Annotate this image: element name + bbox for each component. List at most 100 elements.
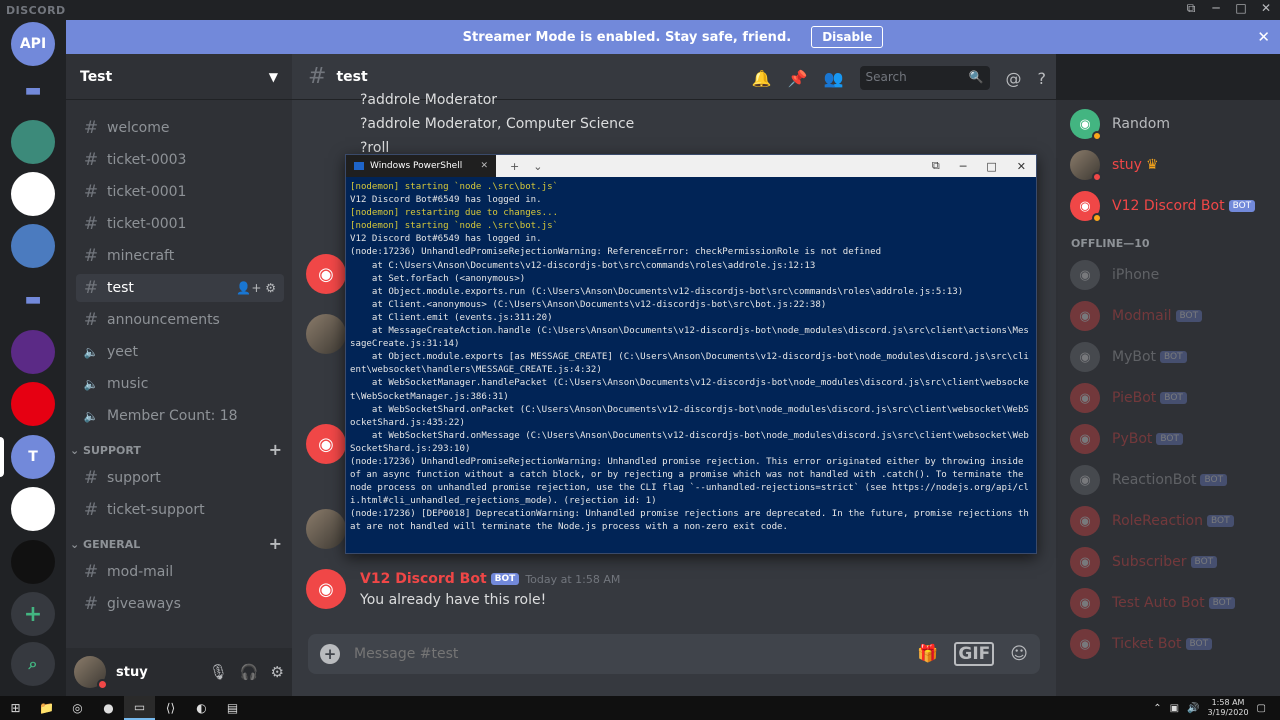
server-icon[interactable] xyxy=(11,382,55,426)
member-item[interactable]: ◉ MyBot BOT xyxy=(1070,339,1270,375)
message-input[interactable] xyxy=(354,646,902,662)
speaker-icon: 🔈 xyxy=(83,409,99,423)
upload-icon[interactable]: + xyxy=(320,644,340,664)
file-explorer-icon[interactable]: 📁 xyxy=(31,696,62,720)
chevron-down-icon[interactable]: ▼ xyxy=(269,70,278,84)
terminal-output[interactable]: [nodemon] starting `node .\src\bot.js` V1… xyxy=(346,177,1036,539)
github-icon[interactable]: ◐ xyxy=(186,696,217,720)
close-tab-icon[interactable]: ✕ xyxy=(480,161,488,171)
channel-item[interactable]: 🔈 music xyxy=(76,370,284,398)
pin-icon[interactable]: 📌 xyxy=(788,69,808,88)
avatar[interactable] xyxy=(306,314,346,354)
member-item[interactable]: ◉ ReactionBot BOT xyxy=(1070,462,1270,498)
close-banner-icon[interactable]: ✕ xyxy=(1257,28,1270,46)
bell-icon[interactable]: 🔔 xyxy=(752,69,772,88)
member-item[interactable]: ◉ Ticket Bot BOT xyxy=(1070,626,1270,662)
headphones-icon[interactable]: 🎧 xyxy=(240,663,259,681)
channel-item[interactable]: # ticket-0001 xyxy=(76,178,284,206)
member-item[interactable]: ◉ PyBot BOT xyxy=(1070,421,1270,457)
add-server-icon[interactable]: + xyxy=(11,592,55,636)
channel-item[interactable]: # support xyxy=(76,464,284,492)
server-header[interactable]: Test ▼ xyxy=(66,54,292,100)
mention-icon[interactable]: @ xyxy=(1006,69,1022,88)
notification-icon[interactable]: ▢ xyxy=(1257,703,1266,714)
gift-icon[interactable]: 🎁 xyxy=(917,644,938,664)
new-tab-icon[interactable]: + xyxy=(510,160,519,173)
channel-item[interactable]: # announcements xyxy=(76,306,284,334)
channel-item[interactable]: # ticket-0001 xyxy=(76,210,284,238)
server-icon[interactable] xyxy=(11,330,55,374)
powershell-tab[interactable]: Windows PowerShell ✕ xyxy=(346,155,496,177)
server-icon[interactable]: T xyxy=(11,435,55,479)
members-icon[interactable]: 👥 xyxy=(824,69,844,88)
network-icon[interactable]: ▣ xyxy=(1170,703,1179,714)
channel-item[interactable]: 🔈 yeet xyxy=(76,338,284,366)
avatar[interactable] xyxy=(74,656,108,690)
emoji-icon[interactable]: ☺ xyxy=(1010,644,1028,664)
channel-item[interactable]: # giveaways xyxy=(76,590,284,618)
add-channel-icon[interactable]: + xyxy=(269,534,282,553)
folder-icon[interactable]: ▬ xyxy=(11,68,55,112)
microphone-icon[interactable]: 🎙 xyxy=(209,663,228,681)
channel-item[interactable]: # mod-mail xyxy=(76,558,284,586)
add-channel-icon[interactable]: + xyxy=(269,440,282,459)
server-icon[interactable]: API xyxy=(11,22,55,66)
bot-avatar[interactable]: ◉ xyxy=(306,569,346,609)
category-support[interactable]: ⌄ SUPPORT + xyxy=(70,440,282,459)
channel-item[interactable]: # welcome xyxy=(76,114,284,142)
volume-icon[interactable]: 🔊 xyxy=(1187,703,1199,714)
folder-icon[interactable]: ▬ xyxy=(11,277,55,321)
powershell-window[interactable]: Windows PowerShell ✕ + ⌄ ⧉ ─ □ ✕ [nodemo… xyxy=(345,154,1037,554)
bot-avatar[interactable]: ◉ xyxy=(306,424,346,464)
terminal-icon[interactable]: ▭ xyxy=(124,696,155,720)
overlay-icon[interactable]: ⧉ xyxy=(1180,1,1202,16)
bot-avatar[interactable]: ◉ xyxy=(306,254,346,294)
member-item[interactable]: ◉ Random xyxy=(1070,106,1270,142)
member-item[interactable]: ◉ Modmail BOT xyxy=(1070,298,1270,334)
powershell-titlebar[interactable]: Windows PowerShell ✕ + ⌄ ⧉ ─ □ ✕ xyxy=(346,155,1036,177)
channel-item[interactable]: # ticket-support xyxy=(76,496,284,524)
member-item[interactable]: ◉ V12 Discord Bot BOT xyxy=(1070,188,1270,224)
close-button[interactable]: ✕ xyxy=(1017,160,1026,173)
recorder-icon[interactable]: ● xyxy=(93,696,124,720)
channel-item[interactable]: # minecraft xyxy=(76,242,284,270)
channel-item[interactable]: 🔈 Member Count: 18 xyxy=(76,402,284,430)
server-icon[interactable] xyxy=(11,540,55,584)
channel-item[interactable]: # test 👤+ ⚙ xyxy=(76,274,284,302)
channel-item[interactable]: # ticket-0003 xyxy=(76,146,284,174)
clock[interactable]: 1:58 AM 3/19/2020 xyxy=(1208,698,1249,718)
minimize-button[interactable]: ─ xyxy=(1205,1,1227,15)
author-name[interactable]: V12 Discord Bot xyxy=(360,571,487,587)
server-icon[interactable] xyxy=(11,172,55,216)
server-icon[interactable] xyxy=(11,224,55,268)
minimize-button[interactable]: ─ xyxy=(960,160,967,173)
member-item[interactable]: ◉ RoleReaction BOT xyxy=(1070,503,1270,539)
member-item[interactable]: ◉ Test Auto Bot BOT xyxy=(1070,585,1270,621)
server-icon[interactable] xyxy=(11,120,55,164)
vscode-icon[interactable]: ⟨⟩ xyxy=(155,696,186,720)
maximize-button[interactable]: □ xyxy=(986,160,996,173)
explore-servers-icon[interactable]: ⌕ xyxy=(11,642,55,686)
maximize-button[interactable]: □ xyxy=(1230,1,1252,15)
disable-streamer-button[interactable]: Disable xyxy=(811,26,884,48)
dropdown-icon[interactable]: ⌄ xyxy=(533,160,542,173)
notepad-icon[interactable]: ▤ xyxy=(217,696,248,720)
windows-start-icon[interactable]: ⊞ xyxy=(0,696,31,720)
member-item[interactable]: ◉ Subscriber BOT xyxy=(1070,544,1270,580)
message-author[interactable]: V12 Discord Bot BOT Today at 1:58 AM xyxy=(360,571,620,587)
channel-settings-icon[interactable]: 👤+ ⚙ xyxy=(236,281,276,295)
server-icon[interactable] xyxy=(11,487,55,531)
close-button[interactable]: ✕ xyxy=(1255,1,1277,15)
search-input[interactable]: Search 🔍 xyxy=(859,66,990,90)
snap-icon[interactable]: ⧉ xyxy=(932,159,940,173)
avatar[interactable] xyxy=(306,509,346,549)
help-icon[interactable]: ? xyxy=(1038,69,1047,88)
category-general[interactable]: ⌄ GENERAL + xyxy=(70,534,282,553)
gear-icon[interactable]: ⚙ xyxy=(271,663,284,681)
chevron-up-icon[interactable]: ⌃ xyxy=(1153,703,1161,714)
member-item[interactable]: stuy ♛ xyxy=(1070,147,1270,183)
member-item[interactable]: ◉ PieBot BOT xyxy=(1070,380,1270,416)
member-item[interactable]: ◉ iPhone xyxy=(1070,257,1270,293)
gif-icon[interactable]: GIF xyxy=(954,642,995,666)
chrome-icon[interactable]: ◎ xyxy=(62,696,93,720)
